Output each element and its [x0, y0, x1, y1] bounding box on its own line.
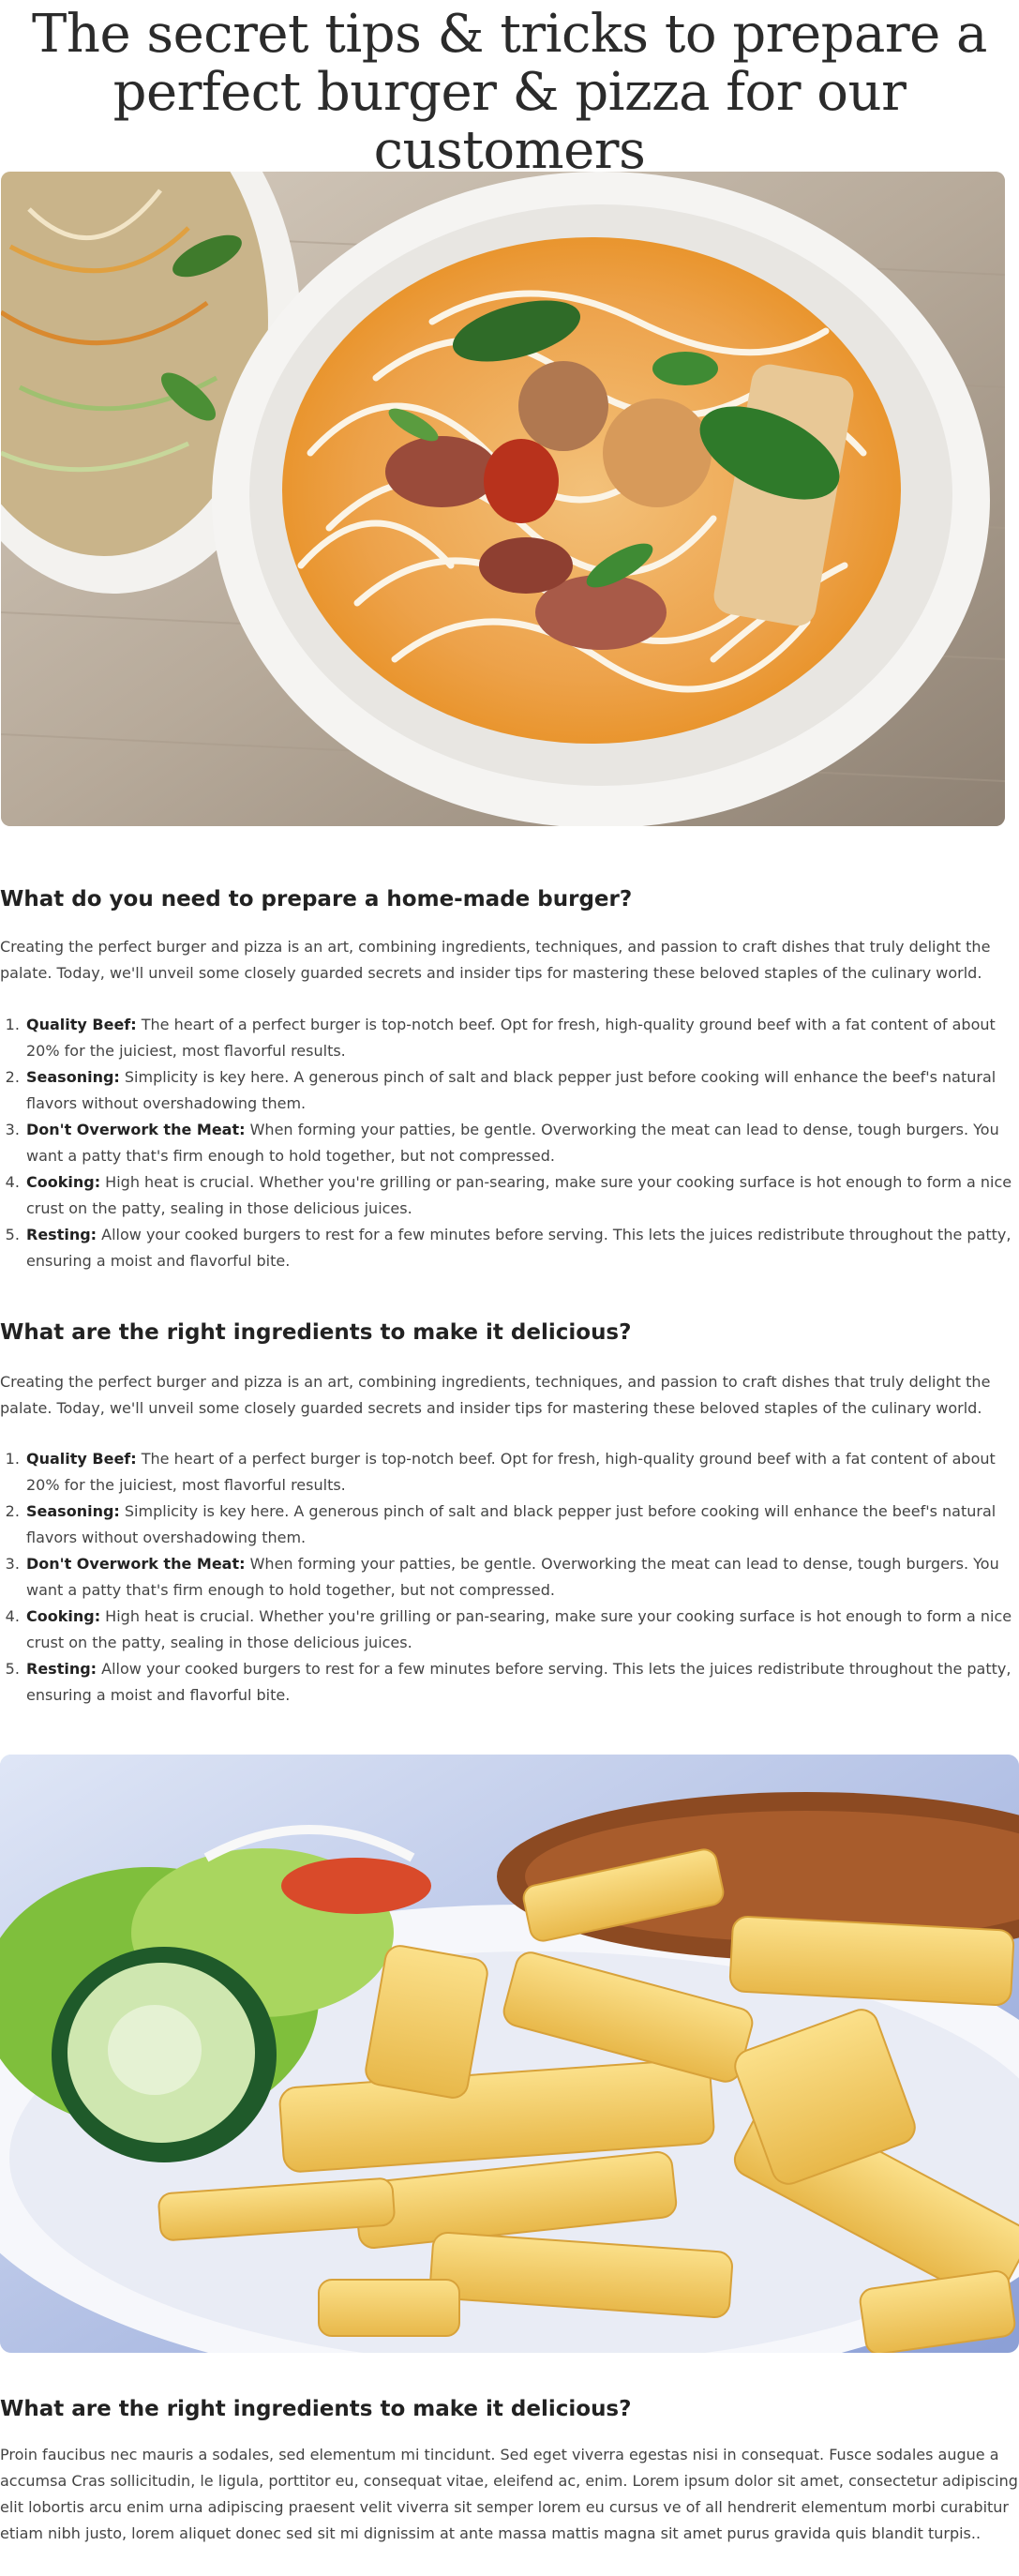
tip-label: Resting:	[26, 1226, 97, 1243]
tip-label: Seasoning:	[26, 1068, 120, 1086]
tip-item: Seasoning: Simplicity is key here. A gen…	[24, 1499, 1018, 1551]
tip-text: Simplicity is key here. A generous pinch…	[26, 1068, 997, 1112]
tip-text: The heart of a perfect burger is top-not…	[26, 1016, 996, 1060]
tip-text: Simplicity is key here. A generous pinch…	[26, 1502, 997, 1546]
body-paragraph: Proin faucibus nec mauris a sodales, sed…	[0, 2446, 1018, 2542]
noodle-soup-illustration	[1, 172, 1005, 826]
section-intro: Creating the perfect burger and pizza is…	[0, 938, 991, 982]
tip-item: Resting: Allow your cooked burgers to re…	[24, 1222, 1018, 1274]
tips-list: Quality Beef: The heart of a perfect bur…	[0, 1446, 1018, 1709]
tip-label: Cooking:	[26, 1173, 101, 1191]
tip-label: Seasoning:	[26, 1502, 120, 1520]
section-intro: Creating the perfect burger and pizza is…	[0, 1373, 991, 1417]
tips-list: Quality Beef: The heart of a perfect bur…	[0, 1012, 1018, 1274]
page-title: The secret tips & tricks to prepare a pe…	[32, 4, 987, 181]
tip-item: Cooking: High heat is crucial. Whether y…	[24, 1169, 1018, 1222]
tip-item: Quality Beef: The heart of a perfect bur…	[24, 1012, 1018, 1064]
tip-item: Don't Overwork the Meat: When forming yo…	[24, 1551, 1018, 1604]
tip-item: Seasoning: Simplicity is key here. A gen…	[24, 1064, 1018, 1117]
tip-item: Quality Beef: The heart of a perfect bur…	[24, 1446, 1018, 1499]
tip-label: Cooking:	[26, 1607, 101, 1625]
tip-text: Allow your cooked burgers to rest for a …	[26, 1660, 1012, 1704]
tip-label: Quality Beef:	[26, 1450, 137, 1468]
tip-item: Resting: Allow your cooked burgers to re…	[24, 1656, 1018, 1709]
noodle-soup-image	[1, 172, 1005, 826]
tip-text: High heat is crucial. Whether you're gri…	[26, 1173, 1012, 1217]
fries-plate-image	[0, 1755, 1019, 2353]
tip-label: Resting:	[26, 1660, 97, 1678]
article-page: The secret tips & tricks to prepare a pe…	[0, 0, 1019, 2542]
tip-item: Cooking: High heat is crucial. Whether y…	[24, 1604, 1018, 1656]
section-heading-burger: What do you need to prepare a home-made …	[0, 887, 633, 911]
tip-text: Allow your cooked burgers to rest for a …	[26, 1226, 1012, 1270]
tip-label: Quality Beef:	[26, 1016, 137, 1033]
tip-label: Don't Overwork the Meat:	[26, 1555, 246, 1573]
tip-text: High heat is crucial. Whether you're gri…	[26, 1607, 1012, 1651]
tip-text: The heart of a perfect burger is top-not…	[26, 1450, 996, 1494]
section-heading-ingredients-2: What are the right ingredients to make i…	[0, 2397, 632, 2421]
section-heading-ingredients: What are the right ingredients to make i…	[0, 1320, 632, 1345]
fries-plate-illustration	[0, 1755, 1019, 2353]
tip-label: Don't Overwork the Meat:	[26, 1121, 246, 1138]
tip-item: Don't Overwork the Meat: When forming yo…	[24, 1117, 1018, 1169]
